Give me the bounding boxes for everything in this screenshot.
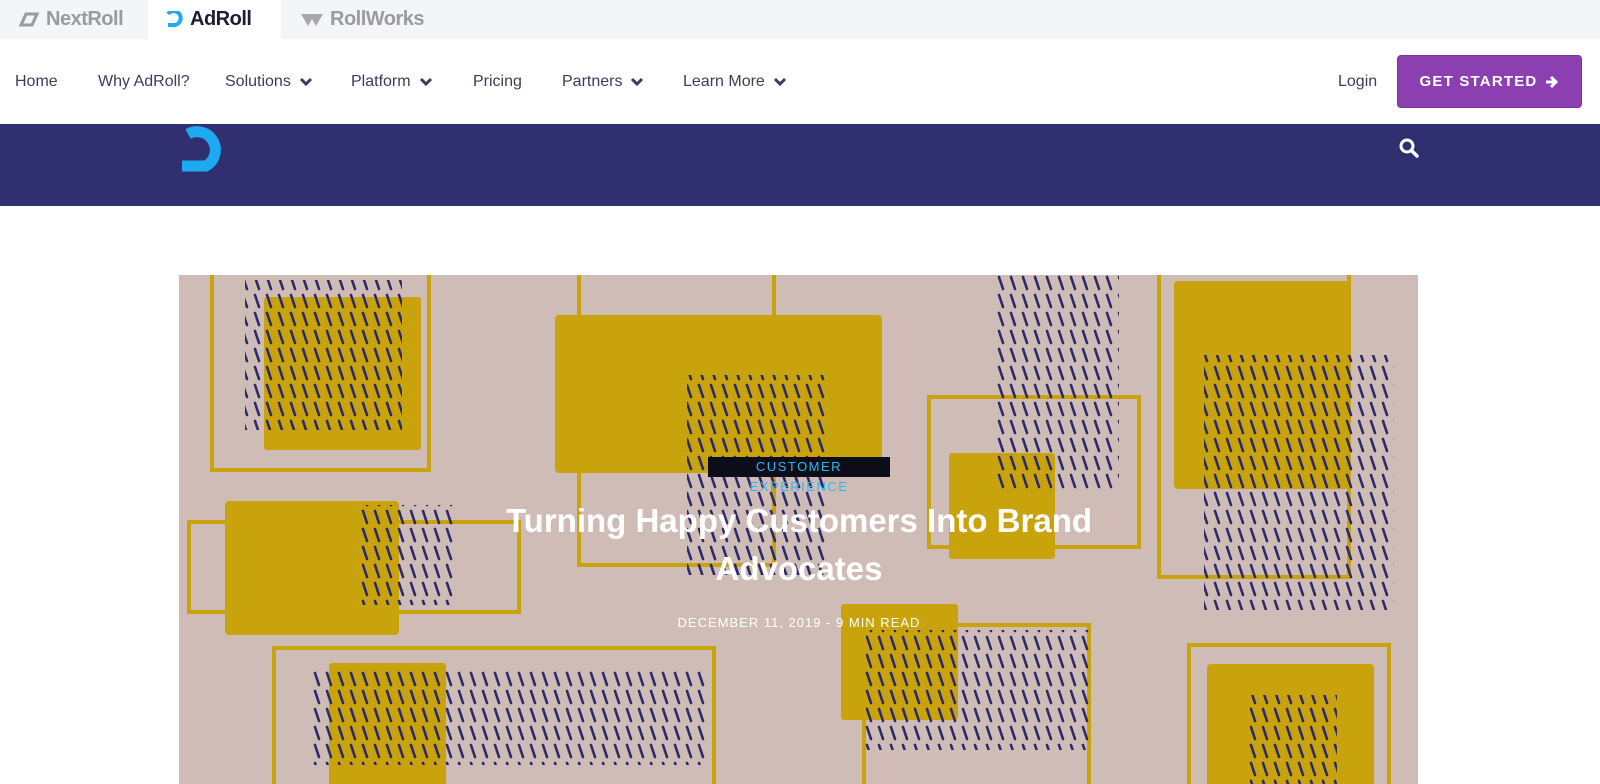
login-link[interactable]: Login [1338,39,1377,124]
nav-item-solutions[interactable]: Solutions [225,39,313,124]
chevron-down-icon [631,77,644,86]
get-started-button[interactable]: GET STARTED [1397,55,1582,108]
hero-banner[interactable]: CUSTOMER EXPERIENCE Turning Happy Custom… [179,275,1418,784]
nav-item-why-adroll[interactable]: Why AdRoll? [98,39,190,124]
nav-item-home[interactable]: Home [15,39,58,124]
search-icon[interactable] [1397,136,1421,160]
brand-bar: NextRoll AdRoll RollWorks [0,0,1600,39]
adroll-logo-icon [166,10,183,27]
nextroll-logo-icon [18,12,40,26]
rollworks-logo-icon [301,13,323,26]
brand-tab-label: AdRoll [190,8,252,30]
nav-item-label: Home [15,72,58,90]
brand-tab-label: NextRoll [46,8,124,30]
brand-tab-label: RollWorks [330,8,425,30]
article-title[interactable]: Turning Happy Customers Into Brand Advoc… [449,497,1149,593]
brand-tab-rollworks[interactable]: RollWorks [282,0,442,39]
nav-item-label: Why AdRoll? [98,72,190,90]
brand-tab-adroll[interactable]: AdRoll [148,0,281,39]
nav-item-learn-more[interactable]: Learn More [683,39,787,124]
chevron-down-icon [773,77,786,86]
brand-tab-nextroll[interactable]: NextRoll [0,0,141,39]
blog-header [0,124,1600,206]
get-started-label: GET STARTED [1419,73,1538,90]
nav-item-label: Partners [562,72,623,90]
nav-item-platform[interactable]: Platform [351,39,433,124]
nav-item-label: Solutions [225,72,291,90]
arrow-right-icon [1546,75,1559,88]
main-nav: Home Why AdRoll? Solutions Platform Pric… [0,39,1600,124]
article-meta: DECEMBER 11, 2019 - 9 MIN READ [677,615,921,630]
nav-item-partners[interactable]: Partners [562,39,644,124]
category-tag[interactable]: CUSTOMER EXPERIENCE [708,457,890,494]
hero-content: CUSTOMER EXPERIENCE Turning Happy Custom… [179,275,1418,784]
chevron-down-icon [419,77,432,86]
chevron-down-icon [299,77,312,86]
adroll-blog-logo-icon[interactable] [178,126,232,176]
nav-item-label: Pricing [473,72,522,90]
nav-item-pricing[interactable]: Pricing [473,39,522,124]
nav-item-label: Learn More [683,72,765,90]
nav-item-label: Platform [351,72,411,90]
